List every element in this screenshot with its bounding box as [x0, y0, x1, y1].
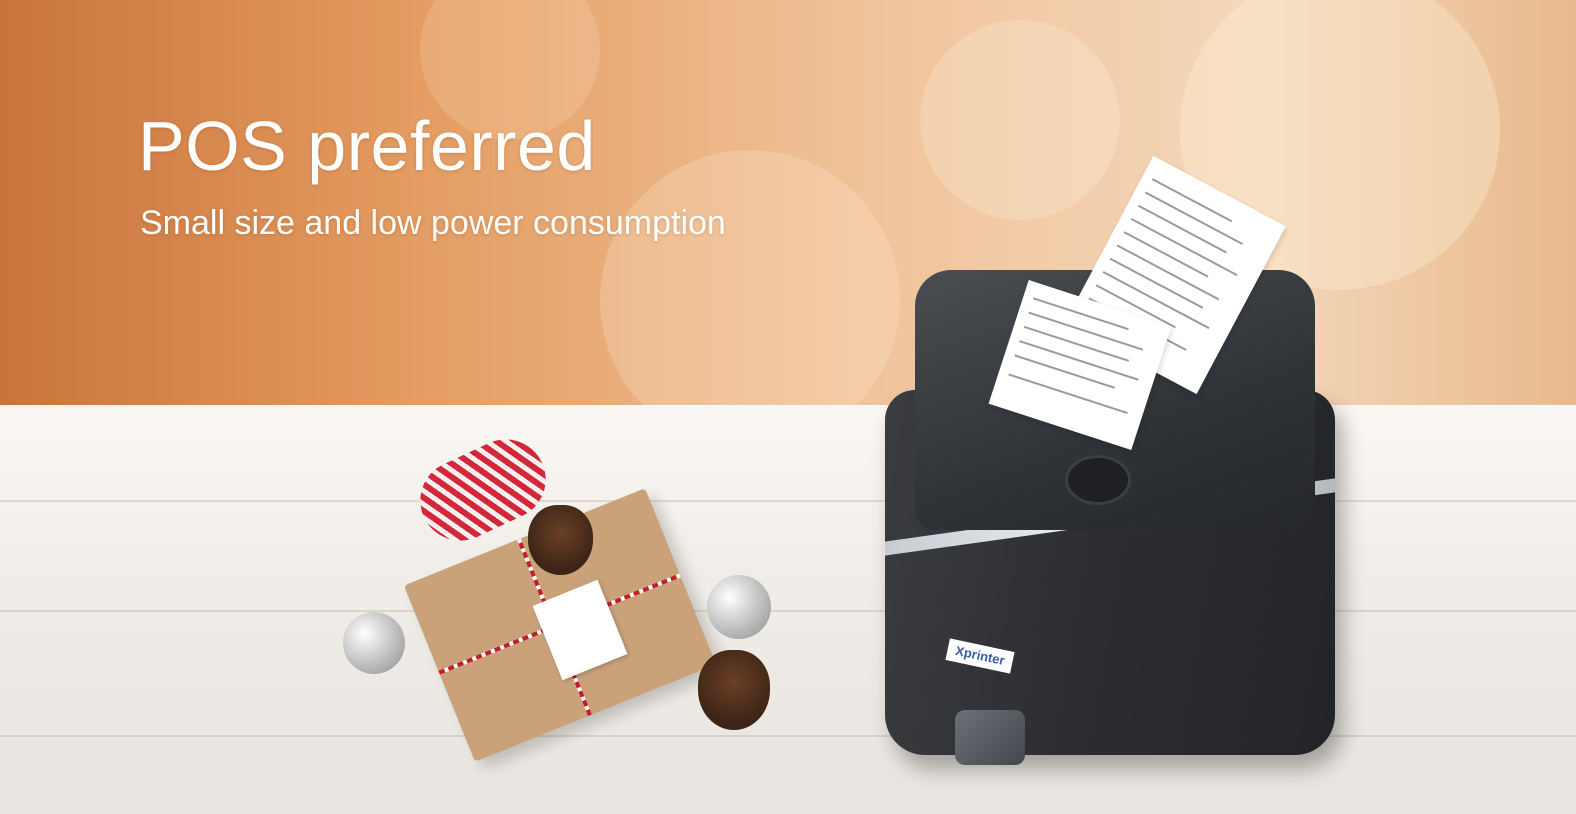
printer-window: [955, 710, 1025, 765]
silver-ornament: [343, 612, 405, 674]
power-button: [1065, 455, 1131, 505]
banner-subtitle: Small size and low power consumption: [140, 204, 726, 242]
silver-ornament: [707, 575, 771, 639]
pine-cone: [698, 650, 770, 730]
wooden-table: [0, 405, 1576, 814]
hero-banner: POS preferred Small size and low power c…: [0, 0, 1576, 814]
banner-title: POS preferred: [138, 107, 596, 185]
pine-cone: [528, 505, 593, 575]
printer-brand-label: Xprinter: [945, 638, 1015, 674]
